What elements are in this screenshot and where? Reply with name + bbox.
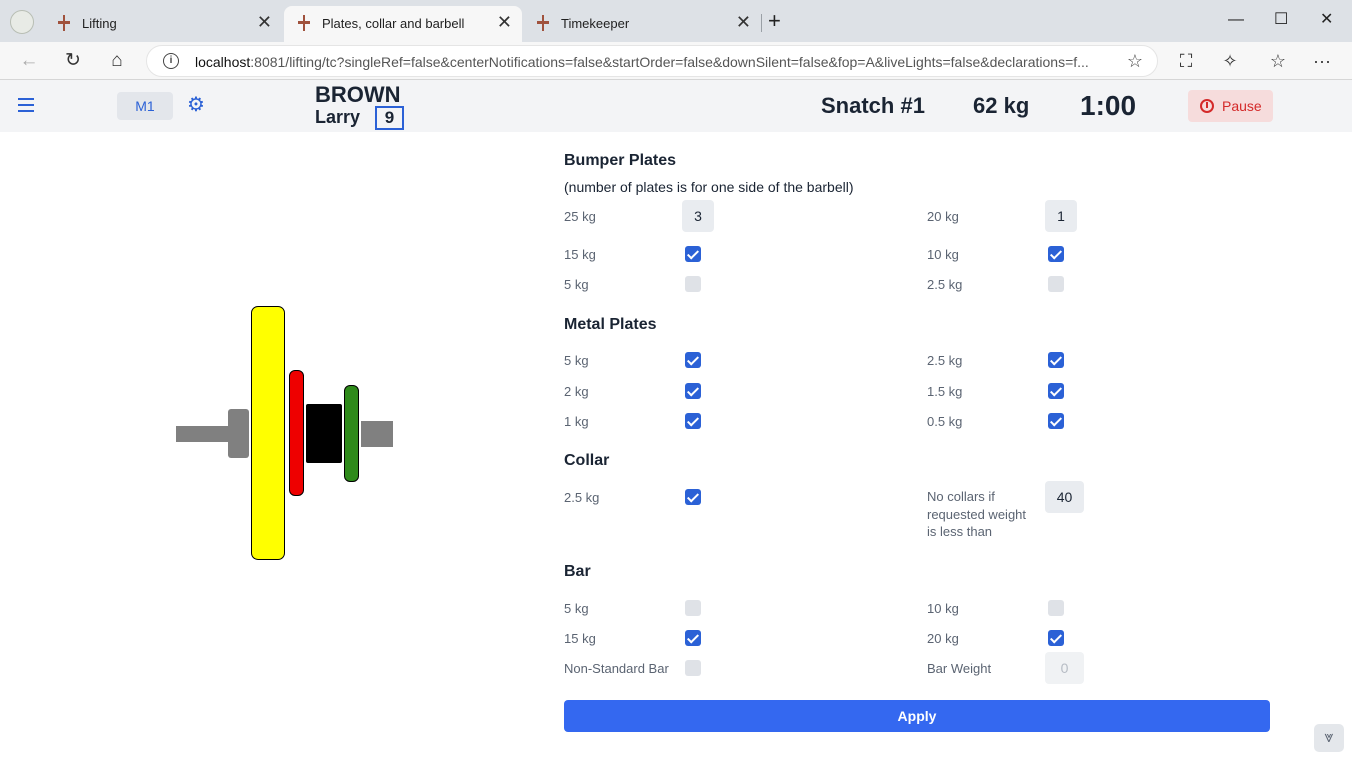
metal-2-label: 2 kg: [564, 384, 589, 399]
plate-metal-5: [306, 404, 342, 463]
collar-threshold-label: No collars if requested weight is less t…: [927, 489, 1027, 539]
maximize-window-button[interactable]: ☐: [1274, 10, 1288, 30]
browser-tab-bar: Lifting ✕ Plates, collar and barbell ✕ T…: [0, 0, 1352, 42]
metal-0-5-label: 0.5 kg: [927, 414, 963, 429]
new-tab-button[interactable]: +: [768, 10, 781, 32]
back-button[interactable]: ←: [17, 49, 41, 73]
vaadin-devtools-icon[interactable]: ⩔: [1314, 724, 1344, 752]
close-tab-icon[interactable]: ✕: [736, 13, 751, 31]
browser-profile-icon[interactable]: [10, 10, 34, 34]
collar-threshold-input[interactable]: 40: [1045, 481, 1084, 513]
bumper-5-checkbox[interactable]: [685, 276, 701, 292]
bar-title: Bar: [564, 563, 591, 580]
metal-2-5-label: 2.5 kg: [927, 353, 963, 368]
start-number-badge: 9: [375, 106, 404, 130]
barbell-favicon-icon: [56, 15, 72, 31]
bumper-15-label: 15 kg: [564, 247, 596, 262]
tab-label: Plates, collar and barbell: [322, 16, 465, 31]
nonstandard-bar-label: Non-Standard Bar: [564, 661, 669, 676]
extensions-icon[interactable]: ✧: [1218, 49, 1242, 73]
app-header: M1 ⚙ BROWN Larry 9 Snatch #1 62 kg 1:00 …: [0, 80, 1352, 132]
timer-icon: [1200, 99, 1214, 113]
collar-title: Collar: [564, 452, 610, 469]
gear-icon[interactable]: ⚙: [187, 95, 207, 115]
plate-bumper-25: [251, 306, 285, 560]
url-text: localhost:8081/lifting/tc?singleRef=fals…: [195, 54, 1089, 70]
bar-weight-label: Bar Weight: [927, 661, 992, 676]
collar-2-5-checkbox[interactable]: [685, 489, 701, 505]
barbell-favicon-icon: [296, 15, 312, 31]
plate-metal-2-5: [344, 385, 359, 482]
bar-weight-input[interactable]: 0: [1045, 652, 1084, 684]
bar-20-label: 20 kg: [927, 631, 959, 646]
bumper-15-checkbox[interactable]: [685, 246, 701, 262]
pause-button[interactable]: Pause: [1188, 90, 1273, 122]
menu-icon[interactable]: [18, 98, 34, 112]
bar-10-label: 10 kg: [927, 601, 959, 616]
metal-2-checkbox[interactable]: [685, 383, 701, 399]
tab-label: Timekeeper: [561, 16, 630, 31]
tab-label: Lifting: [82, 16, 117, 31]
apply-button[interactable]: Apply: [564, 700, 1270, 732]
bar-5-checkbox[interactable]: [685, 600, 701, 616]
tab-lifting[interactable]: Lifting ✕: [44, 6, 282, 42]
pause-label: Pause: [1222, 98, 1262, 114]
bumper-2-5-checkbox[interactable]: [1048, 276, 1064, 292]
bumper-5-label: 5 kg: [564, 277, 589, 292]
bar-10-checkbox[interactable]: [1048, 600, 1064, 616]
bar-5-label: 5 kg: [564, 601, 589, 616]
nonstandard-bar-checkbox[interactable]: [685, 660, 701, 676]
metal-1-5-checkbox[interactable]: [1048, 383, 1064, 399]
bar-15-label: 15 kg: [564, 631, 596, 646]
plate-bumper-15: [289, 370, 304, 496]
bar-sleeve-left: [176, 426, 236, 442]
barbell-favicon-icon: [535, 15, 551, 31]
tab-separator: [761, 14, 762, 32]
metal-0-5-checkbox[interactable]: [1048, 413, 1064, 429]
bumper-20-count-input[interactable]: 1: [1045, 200, 1077, 232]
tab-plates-collar-barbell[interactable]: Plates, collar and barbell ✕: [284, 6, 522, 42]
screenshot-icon[interactable]: ⛶: [1174, 49, 1198, 73]
bumper-2-5-label: 2.5 kg: [927, 277, 963, 292]
metal-1-5-label: 1.5 kg: [927, 384, 963, 399]
metal-plates-title: Metal Plates: [564, 316, 657, 333]
athlete-lastname: BROWN: [315, 82, 401, 107]
platform-button[interactable]: M1: [117, 92, 173, 120]
browser-address-bar: ← ↻ ⌂ i localhost:8081/lifting/tc?single…: [0, 42, 1352, 80]
home-button[interactable]: ⌂: [105, 49, 129, 73]
bumper-plates-subtitle: (number of plates is for one side of the…: [564, 179, 854, 195]
bar-15-checkbox[interactable]: [685, 630, 701, 646]
favorites-icon[interactable]: ☆: [1266, 49, 1290, 73]
bumper-20-label: 20 kg: [927, 209, 959, 224]
site-info-icon[interactable]: i: [163, 53, 179, 69]
athlete-firstname: Larry: [315, 107, 361, 127]
bumper-25-label: 25 kg: [564, 209, 596, 224]
attempt-label: Snatch #1: [821, 93, 925, 118]
metal-1-checkbox[interactable]: [685, 413, 701, 429]
bumper-25-count-input[interactable]: 3: [682, 200, 714, 232]
collar-2-5-label: 2.5 kg: [564, 490, 600, 505]
tab-timekeeper[interactable]: Timekeeper ✕: [523, 6, 761, 42]
close-tab-icon[interactable]: ✕: [497, 13, 512, 31]
reload-button[interactable]: ↻: [61, 49, 85, 73]
bumper-10-label: 10 kg: [927, 247, 959, 262]
minimize-window-button[interactable]: —: [1228, 10, 1244, 30]
bar-collar-right: [361, 421, 393, 447]
browser-menu-icon[interactable]: ···: [1310, 49, 1334, 73]
close-tab-icon[interactable]: ✕: [257, 13, 272, 31]
bookmark-star-icon[interactable]: ☆: [1127, 51, 1143, 72]
bar-inner-collar: [228, 409, 249, 458]
metal-5-label: 5 kg: [564, 353, 589, 368]
bumper-plates-title: Bumper Plates: [564, 152, 677, 169]
metal-2-5-checkbox[interactable]: [1048, 352, 1064, 368]
bumper-10-checkbox[interactable]: [1048, 246, 1064, 262]
metal-5-checkbox[interactable]: [685, 352, 701, 368]
requested-weight: 62 kg: [973, 93, 1030, 118]
clock-display: 1:00: [1080, 90, 1137, 121]
close-window-button[interactable]: ✕: [1320, 10, 1333, 30]
bar-20-checkbox[interactable]: [1048, 630, 1064, 646]
url-field[interactable]: i localhost:8081/lifting/tc?singleRef=fa…: [146, 45, 1158, 77]
metal-1-label: 1 kg: [564, 414, 589, 429]
